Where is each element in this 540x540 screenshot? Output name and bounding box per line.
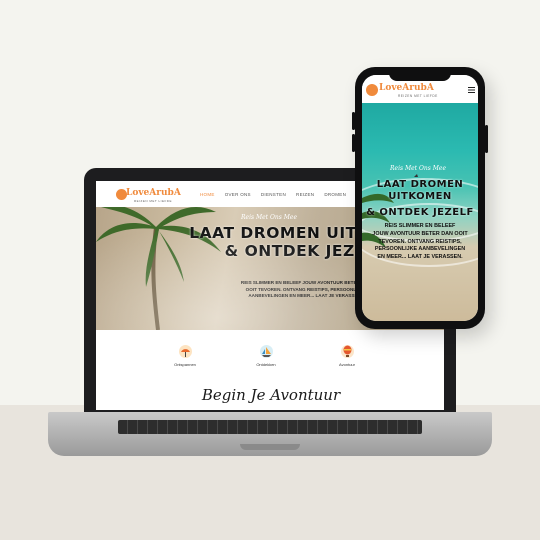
mobile-hero-desc-line3: TEVOREN. ONTVANG REISTIPS, xyxy=(378,238,462,245)
mobile-hero-title-line2: & ONTDEK JEZELF xyxy=(366,207,474,218)
desktop-logo-tagline: REIZEN MET LIEFDE xyxy=(134,199,172,203)
phone-notch xyxy=(389,72,451,81)
beach-umbrella-icon xyxy=(178,345,192,358)
nav-dromen[interactable]: DROMEN xyxy=(324,192,346,197)
service-ontspannen[interactable]: Ontspannen xyxy=(165,345,205,367)
desktop-hero-tagline: Reis Met Ons Mee xyxy=(241,214,298,221)
service-label-ontspannen: Ontspannen xyxy=(174,362,196,367)
hot-air-balloon-icon xyxy=(340,345,354,358)
mobile-logo[interactable]: LoveArubA xyxy=(379,83,434,93)
nav-over-ons[interactable]: OVER ONS xyxy=(225,192,251,197)
phone-side-button xyxy=(352,112,355,130)
mobile-hero-desc-line4: PERSOONLIJKE AANBEVELINGEN xyxy=(374,246,466,253)
mobile-hero-title: LAAT DROMEN UITKOMEN & ONTDEK JEZELF xyxy=(362,179,478,219)
phone-power-button xyxy=(485,125,488,153)
desktop-nav: HOME OVER ONS DIENSTEN REIZEN DROMEN CON… xyxy=(200,192,380,197)
mobile-hero-desc-line1: REIS SLIMMER EN BELEEF xyxy=(384,223,456,229)
desktop-logo[interactable]: LoveArubA xyxy=(126,188,181,198)
mobile-hero-desc-line2: JOUW AVONTUUR BETER DAN OOIT xyxy=(372,230,468,237)
laptop-base-notch xyxy=(240,444,300,450)
hamburger-menu-icon[interactable] xyxy=(468,87,475,93)
nav-reizen[interactable]: REIZEN xyxy=(296,192,314,197)
mobile-hero-tagline: Reis Met Ons Mee xyxy=(390,165,447,172)
mobile-logo-tagline: REIZEN MET LIEFDE xyxy=(398,94,438,98)
logo-sun-icon xyxy=(366,84,378,96)
laptop-keyboard xyxy=(118,420,422,434)
mobile-hero-desc-line5: EN MEER... LAAT JE VERASSEN. xyxy=(377,254,463,261)
mobile-hero-description: REIS SLIMMER EN BELEEF JOUW AVONTUUR BET… xyxy=(364,223,476,262)
phone-screen: LoveArubA REIZEN MET LIEFDE Reis Met Ons… xyxy=(362,75,478,321)
section-title: Begin Je Avontuur xyxy=(201,386,341,404)
service-ontdekken[interactable]: Ontdekken xyxy=(246,345,286,367)
desktop-services: Ontspannen Ontdekken Avontuur Begin Je A… xyxy=(96,330,444,410)
nav-diensten[interactable]: DIENSTEN xyxy=(261,192,286,197)
service-label-avontuur: Avontuur xyxy=(339,362,355,367)
service-avontuur[interactable]: Avontuur xyxy=(327,345,367,367)
service-label-ontdekken: Ontdekken xyxy=(256,362,276,367)
mobile-hero: Reis Met Ons Mee LAAT DROMEN UITKOMEN & … xyxy=(362,103,478,321)
mobile-hero-title-line1: LAAT DROMEN UITKOMEN xyxy=(376,179,464,202)
sailboat-icon xyxy=(259,345,273,358)
nav-home[interactable]: HOME xyxy=(200,192,215,197)
phone-side-button xyxy=(352,134,355,152)
